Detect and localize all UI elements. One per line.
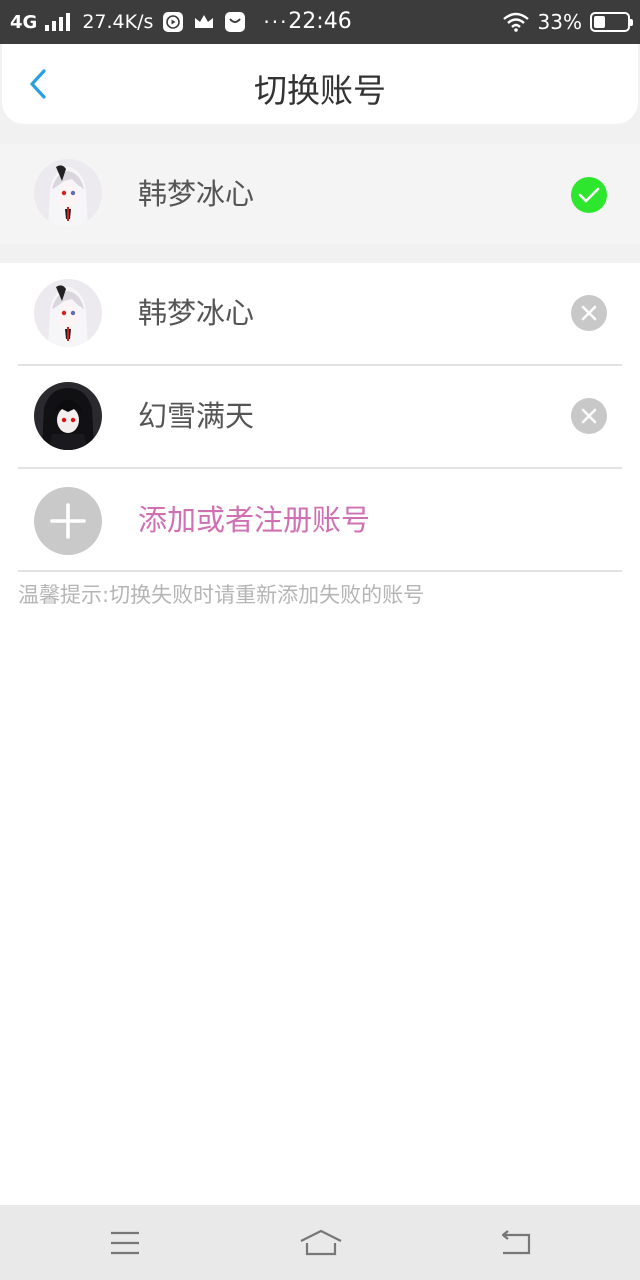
battery-percent: 33% xyxy=(537,10,582,34)
plus-icon xyxy=(34,487,102,555)
status-right: 33% xyxy=(502,0,633,44)
add-account-label: 添加或者注册账号 xyxy=(138,503,371,537)
header-bar: 切换账号 xyxy=(2,44,638,124)
check-circle-icon xyxy=(571,177,607,213)
account-avatar xyxy=(34,382,102,450)
add-account-row[interactable]: 添加或者注册账号 xyxy=(18,469,622,572)
account-name: 幻雪满天 xyxy=(138,399,255,433)
navigation-bar xyxy=(0,1205,640,1280)
current-account-name: 韩梦冰心 xyxy=(138,177,255,211)
wifi-icon xyxy=(502,12,530,32)
account-name: 韩梦冰心 xyxy=(138,296,255,330)
switch-account-screen: 4G 27.4K/s ··· 22:46 33% 切换账号 韩梦冰心 韩梦冰心 … xyxy=(0,0,640,1280)
menu-icon xyxy=(111,1231,139,1255)
menu-button[interactable] xyxy=(105,1223,145,1263)
home-icon xyxy=(300,1229,342,1256)
back-icon xyxy=(501,1230,531,1255)
account-row[interactable]: 幻雪满天 xyxy=(18,366,622,469)
page-title: 切换账号 xyxy=(254,71,386,110)
battery-icon xyxy=(590,12,633,32)
current-account-card: 韩梦冰心 xyxy=(0,144,640,244)
account-row[interactable]: 韩梦冰心 xyxy=(18,263,622,366)
remove-circle-icon[interactable] xyxy=(571,295,607,331)
system-back-button[interactable] xyxy=(496,1223,536,1263)
current-account-avatar xyxy=(34,159,102,227)
status-bar: 4G 27.4K/s ··· 22:46 33% xyxy=(0,0,640,44)
home-button[interactable] xyxy=(298,1223,344,1263)
account-avatar xyxy=(34,279,102,347)
remove-circle-icon[interactable] xyxy=(571,398,607,434)
tip-text: 温馨提示:切换失败时请重新添加失败的账号 xyxy=(18,583,425,607)
